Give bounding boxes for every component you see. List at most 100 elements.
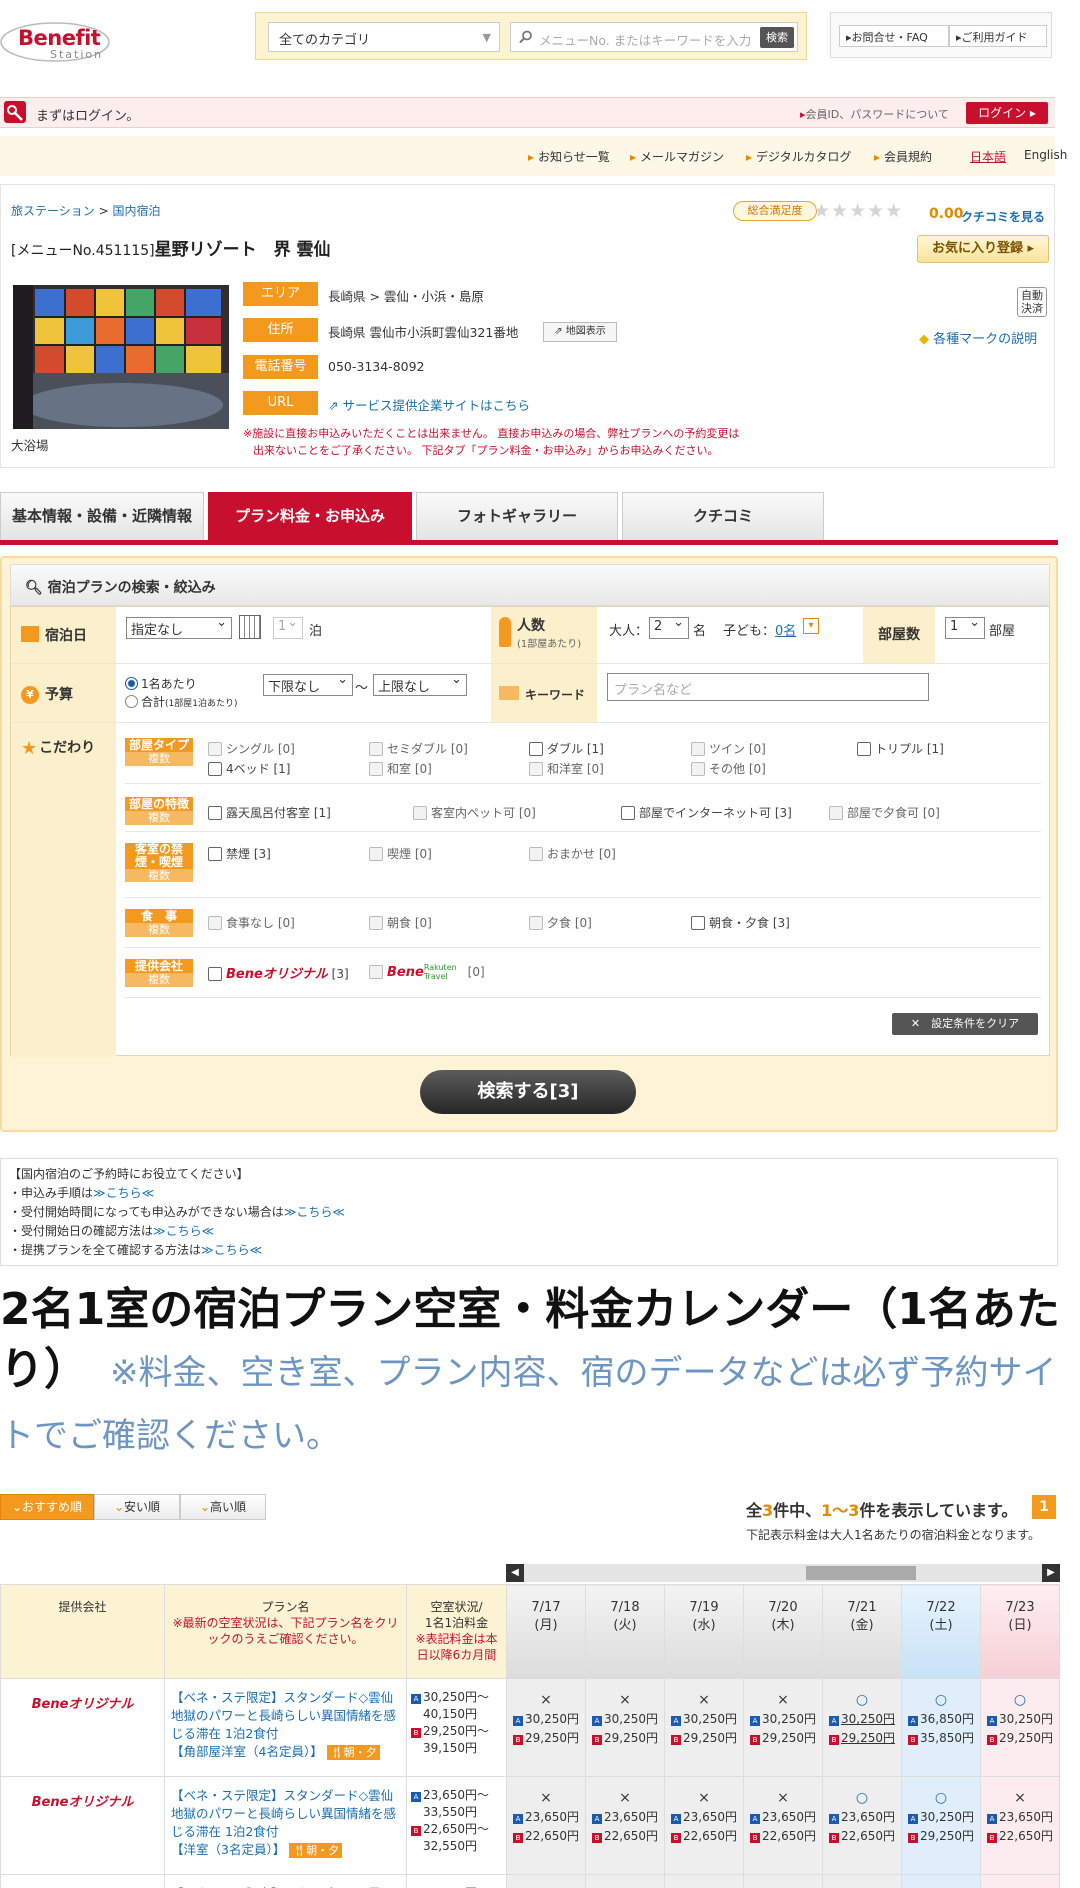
smoking-any-checkbox[interactable]: おまかせ [0] <box>529 845 616 862</box>
help-link[interactable]: ≫こちら≪ <box>201 1243 262 1257</box>
availability-cell[interactable]: × A 23,650円 B 22,650円 <box>980 1776 1060 1875</box>
scroll-thumb[interactable] <box>806 1566 916 1580</box>
clear-conditions-button[interactable]: ✕ 設定条件をクリア <box>892 1013 1038 1035</box>
feature-pet-checkbox[interactable]: 客室内ペット可 [0] <box>413 804 536 821</box>
room-type-4bed-checkbox[interactable]: 4ベッド [1] <box>208 760 290 777</box>
favorite-button[interactable]: お気に入り登録 ▸ <box>917 235 1049 263</box>
availability-cell[interactable]: × A 23,650円 B 22,650円 <box>743 1776 823 1875</box>
benefit-station-logo[interactable]: Benefit Station <box>0 8 120 68</box>
availability-cell[interactable]: ○ A 30,250円 B 29,250円 <box>901 1776 981 1875</box>
login-button[interactable]: ログイン ▸ <box>966 102 1048 124</box>
budget-max-select[interactable]: 上限なし <box>373 672 467 696</box>
room-type-semidouble-checkbox[interactable]: セミダブル [0] <box>369 740 468 757</box>
scroll-left-icon[interactable]: ◀ <box>506 1564 524 1582</box>
calendar-scrollbar[interactable]: ◀ ▶ <box>506 1564 1060 1582</box>
room-type-washitsu-checkbox[interactable]: 和室 [0] <box>369 760 432 777</box>
budget-per-person-radio[interactable]: 1名あたり <box>125 675 197 692</box>
availability-cell[interactable]: ○ <box>980 1874 1060 1888</box>
availability-cell[interactable]: × A 30,250円 B 29,250円 <box>506 1678 586 1777</box>
availability-cell[interactable]: × A 30,250円 B 29,250円 <box>585 1678 665 1777</box>
keyword-search-input[interactable]: メニューNo. またはキーワードを入力 検索 <box>510 22 798 52</box>
child-dropdown-icon[interactable]: ▾ <box>803 618 819 634</box>
availability-cell[interactable]: ○ <box>664 1874 744 1888</box>
id-help-link[interactable]: ▸会員ID、パスワードについて <box>800 106 949 122</box>
availability-cell[interactable]: ○ A 23,650円 B 22,650円 <box>822 1776 902 1875</box>
hotel-photo[interactable] <box>13 285 229 429</box>
room-type-double-checkbox[interactable]: ダブル [1] <box>529 740 604 757</box>
room-type-link[interactable]: 【角部屋洋室（4名定員）】 <box>171 1744 323 1759</box>
crumb-travel-station[interactable]: 旅ステーション <box>11 204 95 218</box>
availability-cell[interactable]: × A 30,250円 B 29,250円 <box>743 1678 823 1777</box>
availability-cell[interactable]: ○ <box>506 1874 586 1888</box>
date-text: 7/20 <box>768 1600 798 1615</box>
availability-cell[interactable]: ○ <box>901 1874 981 1888</box>
tab-reviews[interactable]: クチコミ <box>622 492 824 540</box>
page-number[interactable]: 1 <box>1032 1495 1056 1519</box>
budget-min-select[interactable]: 下限なし <box>263 672 353 696</box>
marks-help-link[interactable]: ◆ 各種マークの説明 <box>919 328 1037 347</box>
provider-bene-original-checkbox[interactable]: Beneオリジナル [3] <box>208 963 349 982</box>
sort-recommended[interactable]: ⌄おすすめ順 <box>0 1494 94 1520</box>
tab-plans[interactable]: プラン料金・お申込み <box>208 492 412 540</box>
nav-news[interactable]: お知らせ一覧 <box>528 148 610 165</box>
faq-link[interactable]: ▸お問合せ・FAQ <box>839 25 949 47</box>
availability-cell[interactable]: ○ A 36,850円 B 35,850円 <box>901 1678 981 1777</box>
budget-total-radio[interactable]: 合計(1部屋1泊あたり) <box>125 693 238 710</box>
availability-cell[interactable]: × A 23,650円 B 22,650円 <box>585 1776 665 1875</box>
availability-cell[interactable]: × A 23,650円 B 22,650円 <box>506 1776 586 1875</box>
availability-cell[interactable]: ○ <box>822 1874 902 1888</box>
rooms-select[interactable]: 1 <box>945 615 985 639</box>
sort-cheapest[interactable]: ⌄安い順 <box>94 1494 180 1520</box>
url-link[interactable]: ⇗ サービス提供企業サイトはこちら <box>328 395 530 414</box>
guide-link[interactable]: ▸ご利用ガイド <box>949 25 1047 47</box>
review-link[interactable]: クチコミを見る <box>961 208 1045 225</box>
help-link[interactable]: ≫こちら≪ <box>153 1224 214 1238</box>
help-link[interactable]: ≫こちら≪ <box>284 1205 345 1219</box>
availability-cell[interactable]: ○ A 30,250円 B 29,250円 <box>980 1678 1060 1777</box>
nav-english[interactable]: English <box>1024 148 1067 162</box>
room-type-twin-checkbox[interactable]: ツイン [0] <box>691 740 766 757</box>
feature-dinner-in-room-checkbox[interactable]: 部屋で夕食可 [0] <box>829 804 940 821</box>
help-link[interactable]: ≫こちら≪ <box>93 1186 154 1200</box>
smoking-checkbox[interactable]: 喫煙 [0] <box>369 845 432 862</box>
room-type-single-checkbox[interactable]: シングル [0] <box>208 740 295 757</box>
search-button[interactable]: 検索 <box>760 27 794 48</box>
room-type-wayoushitsu-checkbox[interactable]: 和洋室 [0] <box>529 760 604 777</box>
nights-select[interactable]: 1 <box>273 615 303 639</box>
scroll-right-icon[interactable]: ▶ <box>1042 1564 1060 1582</box>
room-type-other-checkbox[interactable]: その他 [0] <box>691 760 766 777</box>
feature-rotenburo-checkbox[interactable]: 露天風呂付客室 [1] <box>208 804 331 821</box>
non-smoking-checkbox[interactable]: 禁煙 [3] <box>208 845 271 862</box>
availability-cell[interactable]: ○ <box>585 1874 665 1888</box>
room-type-link[interactable]: 【洋室（3名定員）】 <box>171 1842 285 1857</box>
crumb-domestic[interactable]: 国内宿泊 <box>112 204 160 218</box>
tab-basic-info[interactable]: 基本情報・設備・近隣情報 <box>0 492 204 540</box>
plan-link[interactable]: 【ベネ・ステ限定】スタンダード◇雲仙地獄のパワーと長崎らしい異国情緒を感じる滞在… <box>171 1788 396 1839</box>
search-submit-button[interactable]: 検索する[3] <box>420 1070 636 1114</box>
meal-both-checkbox[interactable]: 朝食・夕食 [3] <box>691 914 790 931</box>
keyword-input[interactable]: プラン名など <box>607 673 929 701</box>
meal-breakfast-checkbox[interactable]: 朝食 [0] <box>369 914 432 931</box>
category-select[interactable]: 全てのカテゴリ ▼ <box>268 22 500 52</box>
nav-terms[interactable]: 会員規約 <box>874 148 932 165</box>
nav-japanese[interactable]: 日本語 <box>970 148 1006 165</box>
nav-mail-magazine[interactable]: メールマガジン <box>630 148 724 165</box>
plan-link[interactable]: 【ベネ・ステ限定】スタンダード◇雲仙地獄のパワーと長崎らしい異国情緒を感じる滞在… <box>171 1690 396 1741</box>
tab-photo-gallery[interactable]: フォトギャラリー <box>416 492 618 540</box>
nav-digital-catalog[interactable]: デジタルカタログ <box>746 148 851 165</box>
meal-dinner-checkbox[interactable]: 夕食 [0] <box>529 914 592 931</box>
meal-none-checkbox[interactable]: 食事なし [0] <box>208 914 295 931</box>
room-type-triple-checkbox[interactable]: トリプル [1] <box>857 740 944 757</box>
feature-internet-checkbox[interactable]: 部屋でインターネット可 [3] <box>621 804 792 821</box>
child-value-link[interactable]: 0名 <box>775 620 796 639</box>
sort-highest[interactable]: ⌄高い順 <box>180 1494 266 1520</box>
provider-rakuten-checkbox[interactable]: BeneRakuten Travel [0] <box>369 963 485 981</box>
availability-cell[interactable]: ○ A 30,250円 B 29,250円 <box>822 1678 902 1777</box>
availability-cell[interactable]: ○ <box>743 1874 823 1888</box>
map-button[interactable]: ⇗ 地図表示 <box>543 322 617 342</box>
adult-select[interactable]: 2 <box>649 615 689 639</box>
availability-cell[interactable]: × A 23,650円 B 22,650円 <box>664 1776 744 1875</box>
availability-cell[interactable]: × A 30,250円 B 29,250円 <box>664 1678 744 1777</box>
calendar-picker-icon[interactable] <box>239 615 261 639</box>
stay-date-select[interactable]: 指定なし <box>126 615 232 639</box>
